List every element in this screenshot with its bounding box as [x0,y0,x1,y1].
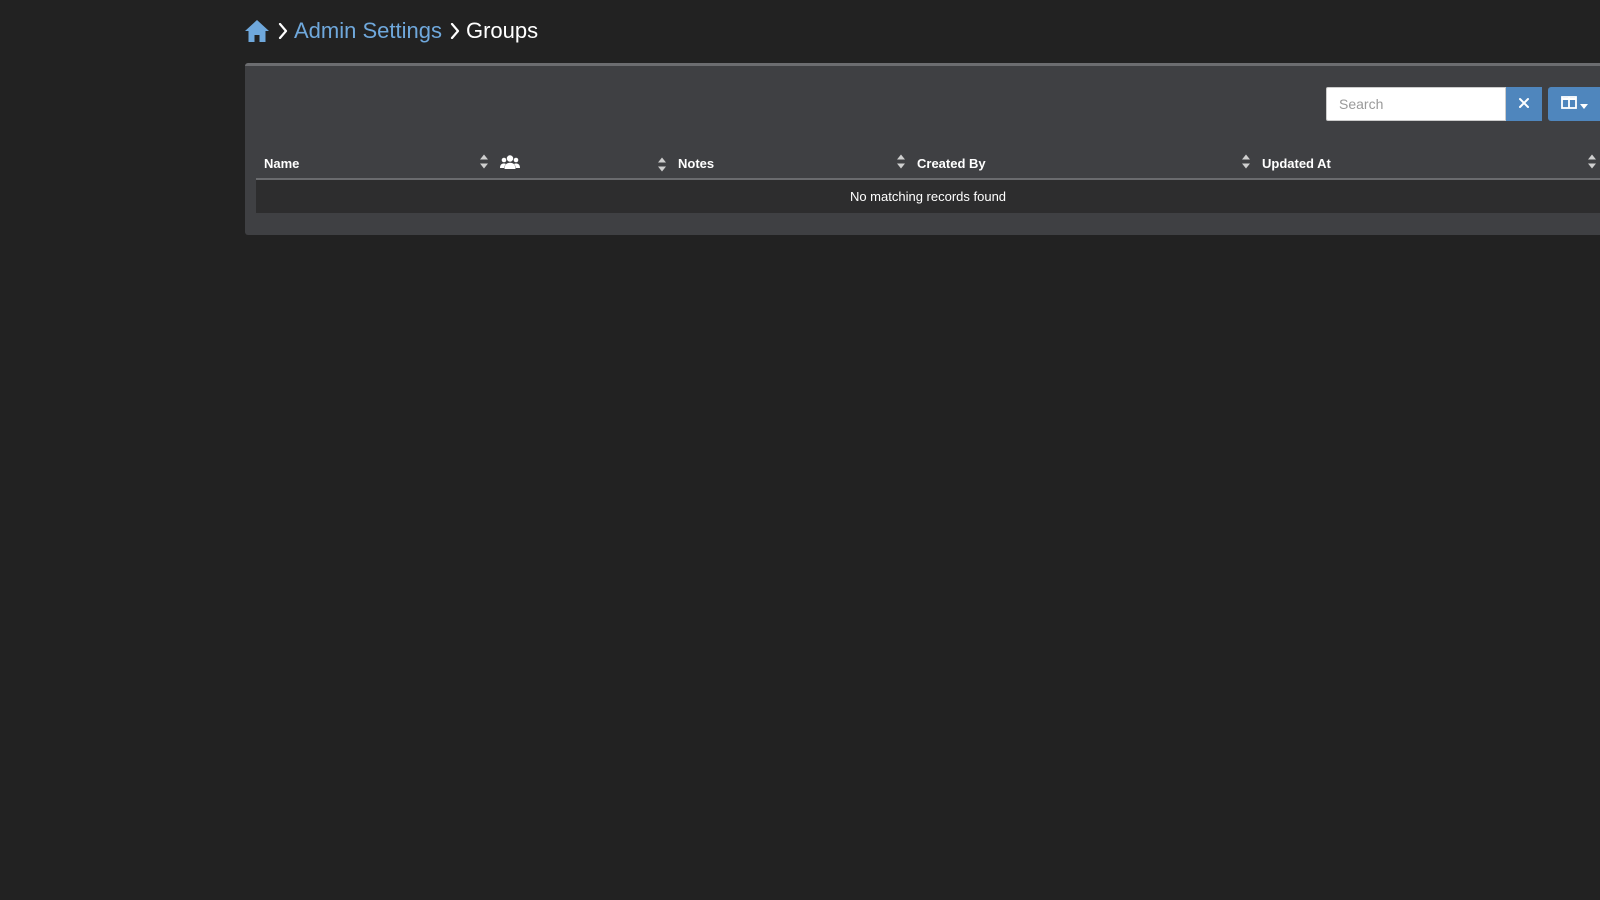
empty-message: No matching records found [849,189,1007,204]
column-header-updated-at[interactable]: Updated At [1254,148,1600,178]
search-input[interactable] [1326,87,1506,121]
column-header-notes[interactable]: Notes [670,148,909,178]
sort-icon [897,154,905,172]
close-icon [1518,97,1530,112]
chevron-right-icon [450,23,460,39]
column-header-name[interactable]: Name [256,148,492,178]
sort-icon [658,157,666,175]
sort-icon [1242,154,1250,172]
table-toolbar [1326,87,1600,121]
groups-panel: Name [245,63,1600,235]
table-header: Name Notes Created By Updated At [256,148,1600,180]
column-header-created-by[interactable]: Created By [909,148,1254,178]
page-title: Groups [465,18,539,43]
users-icon [500,154,520,173]
column-label: Notes [678,155,715,171]
home-icon[interactable] [244,19,270,43]
breadcrumb: Admin Settings Groups [244,14,538,48]
sort-icon [480,154,488,172]
column-label: Updated At [1262,155,1331,171]
groups-table: Name Notes Created By Updated At No matc… [256,148,1600,213]
empty-table-row: No matching records found [256,180,1600,213]
clear-search-button[interactable] [1506,87,1542,121]
column-header-users[interactable] [492,148,670,178]
caret-down-icon [1579,97,1588,112]
columns-icon [1560,96,1577,112]
breadcrumb-admin-settings[interactable]: Admin Settings [294,18,442,44]
chevron-right-icon [278,23,288,39]
column-label: Name [264,155,300,171]
column-label: Created By [917,155,986,171]
columns-toggle-button[interactable] [1548,87,1600,121]
sort-icon [1588,154,1596,172]
